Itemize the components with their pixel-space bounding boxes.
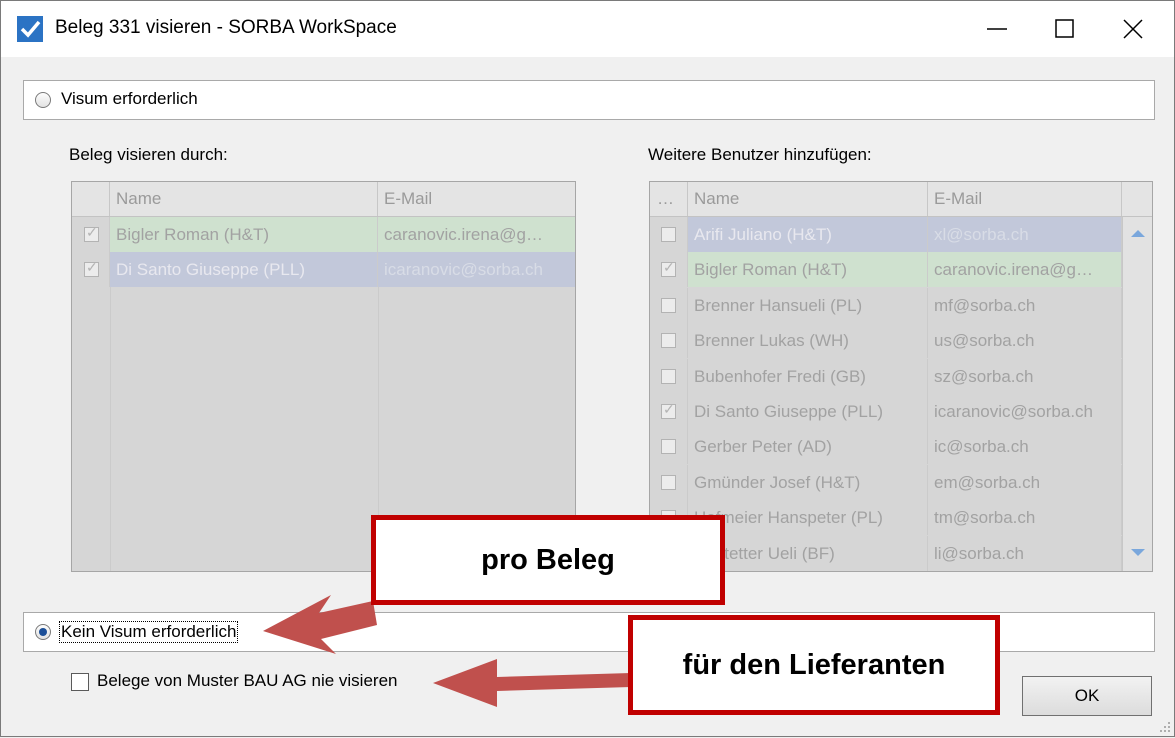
row-checkbox[interactable] (661, 401, 676, 419)
resize-grip-icon[interactable] (1158, 720, 1172, 734)
left-list-title: Beleg visieren durch: (69, 145, 228, 164)
window-title: Beleg 331 visieren - SORBA WorkSpace (55, 17, 397, 38)
title-bar: Beleg 331 visieren - SORBA WorkSpace (1, 1, 1174, 57)
add-users-grid: … Name E-Mail Arifi Juliano (H&T) xl@sorb… (649, 181, 1153, 572)
callout-for-supplier: für den Lieferanten (628, 615, 1000, 715)
row-name: Gerber Peter (AD) (688, 429, 928, 465)
name-column-header[interactable]: Name (110, 182, 378, 216)
table-row[interactable]: Brenner Lukas (WH) us@sorba.ch (650, 323, 1122, 359)
row-checkbox[interactable] (661, 474, 676, 490)
visum-required-radio[interactable] (35, 92, 51, 108)
row-name: Bubenhofer Fredi (GB) (688, 358, 928, 394)
row-email: tm@sorba.ch (928, 500, 1122, 536)
visa-by-grid: Name E-Mail Bigler Roman (H&T) caranovic… (71, 181, 576, 572)
maximize-icon (1055, 19, 1074, 38)
table-row[interactable]: Gerber Peter (AD) ic@sorba.ch (650, 429, 1122, 465)
row-checkbox[interactable] (661, 297, 676, 313)
row-email: icaranovic@sorba.ch (928, 394, 1122, 429)
table-row[interactable]: Bubenhofer Fredi (GB) sz@sorba.ch (650, 358, 1122, 394)
row-checkbox[interactable] (84, 259, 99, 277)
table-row[interactable]: Di Santo Giuseppe (PLL)icaranovic@sorba.… (650, 394, 1122, 429)
scroll-down-icon[interactable] (1123, 543, 1153, 563)
row-email: em@sorba.ch (928, 464, 1122, 500)
row-email: caranovic.irena@g… (378, 217, 575, 252)
row-email: us@sorba.ch (928, 323, 1122, 359)
row-email: ic@sorba.ch (928, 429, 1122, 465)
table-row[interactable]: Brenner Hansueli (PL) mf@sorba.ch (650, 287, 1122, 323)
row-name: Brenner Lukas (WH) (688, 323, 928, 359)
table-row[interactable]: Gmünder Josef (H&T) em@sorba.ch (650, 464, 1122, 500)
never-visa-label[interactable]: Belege von Muster BAU AG nie visieren (97, 671, 397, 691)
row-name: Di Santo Giuseppe (PLL) (110, 252, 378, 287)
grid-header: … Name E-Mail (650, 182, 1152, 217)
select-column-header[interactable]: … (650, 182, 688, 216)
visum-required-label[interactable]: Visum erforderlich (61, 89, 198, 109)
row-name: Arifi Juliano (H&T) (688, 217, 928, 252)
row-checkbox[interactable] (661, 368, 676, 384)
scroll-up-icon[interactable] (1123, 223, 1153, 243)
email-column-header[interactable]: E-Mail (928, 182, 1122, 216)
row-name: Gmünder Josef (H&T) (688, 464, 928, 500)
row-email: mf@sorba.ch (928, 287, 1122, 323)
no-visum-label[interactable]: Kein Visum erforderlich (59, 621, 239, 643)
ok-button[interactable]: OK (1022, 676, 1152, 716)
vertical-scrollbar[interactable] (1122, 217, 1153, 571)
table-row[interactable]: Bigler Roman (H&T)caranovic.irena@g… (650, 252, 1122, 288)
scroll-header-corner (1122, 182, 1152, 216)
row-name: Brenner Hansueli (PL) (688, 287, 928, 323)
row-checkbox[interactable] (84, 224, 99, 242)
table-row[interactable]: Arifi Juliano (H&T) xl@sorba.ch (650, 217, 1122, 252)
row-checkbox[interactable] (661, 333, 676, 349)
row-email: xl@sorba.ch (928, 217, 1122, 252)
row-name: Di Santo Giuseppe (PLL) (688, 394, 928, 429)
dialog-window: Beleg 331 visieren - SORBA WorkSpace Vis… (0, 0, 1175, 737)
row-name: Bigler Roman (H&T) (110, 217, 378, 252)
row-checkbox[interactable] (661, 227, 676, 242)
minimize-button[interactable] (963, 1, 1031, 57)
name-column-header[interactable]: Name (688, 182, 928, 216)
row-checkbox[interactable] (661, 259, 676, 278)
close-icon (1123, 19, 1143, 39)
select-column-header[interactable] (72, 182, 110, 216)
arrow-to-never-visa (433, 659, 631, 707)
never-visa-checkbox[interactable] (71, 673, 89, 691)
row-email: icaranovic@sorba.ch (378, 252, 575, 287)
no-visum-radio[interactable] (35, 624, 51, 640)
minimize-icon (987, 28, 1007, 30)
close-button[interactable] (1099, 1, 1167, 57)
grid-header: Name E-Mail (72, 182, 575, 217)
maximize-button[interactable] (1031, 1, 1099, 57)
email-column-header[interactable]: E-Mail (378, 182, 574, 216)
row-checkbox[interactable] (661, 439, 676, 455)
callout-per-document: pro Beleg (371, 515, 725, 605)
checkmark-app-icon (17, 16, 43, 42)
right-list-title: Weitere Benutzer hinzufügen: (648, 145, 872, 164)
row-email: li@sorba.ch (928, 535, 1122, 571)
table-row[interactable]: Bigler Roman (H&T) caranovic.irena@g… (72, 217, 575, 252)
row-email: caranovic.irena@g… (928, 252, 1122, 288)
row-email: sz@sorba.ch (928, 358, 1122, 394)
row-name: Bigler Roman (H&T) (688, 252, 928, 288)
table-row[interactable]: Di Santo Giuseppe (PLL) icaranovic@sorba… (72, 252, 575, 287)
